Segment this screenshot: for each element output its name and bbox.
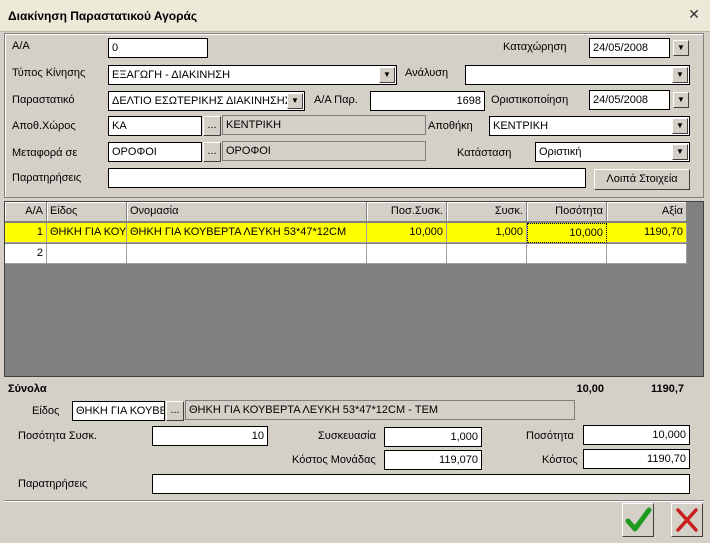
apothiki-label: Αποθήκη [428, 120, 473, 132]
kostos-monadas-input[interactable]: 119,070 [384, 450, 482, 470]
parastatiko-label: Παραστατικό [12, 94, 75, 106]
kostos-input[interactable]: 1190,70 [583, 449, 690, 469]
metafora-name: ΟΡΟΦΟΙ [222, 141, 426, 161]
chevron-down-icon: ▼ [676, 70, 684, 79]
posotita-sysk-label: Ποσότητα Συσκ. [18, 430, 98, 442]
syskevasia-label: Συσκευασία [318, 430, 376, 442]
cell-eidos[interactable] [47, 244, 127, 264]
eidos-name: ΘΗΚΗ ΓΙΑ ΚΟΥΒΕΡΤΑ ΛΕΥΚΗ 53*47*12CM - ΤΕΜ [185, 400, 575, 420]
cell-aa[interactable]: 2 [5, 244, 47, 264]
oristikopoiisi-date-input[interactable]: 24/05/2008 [589, 90, 670, 110]
loipa-stoixeia-button[interactable]: Λοιπά Στοιχεία [594, 169, 690, 190]
totals-quantity: 10,00 [576, 383, 604, 395]
metafora-code-input[interactable]: ΟΡΟΦΟΙ [108, 142, 202, 162]
column-header-posotita[interactable]: Ποσότητα [527, 202, 607, 222]
cell-eidos[interactable]: ΘΗΚΗ ΓΙΑ ΚΟΥΕ [47, 223, 127, 243]
aa-input[interactable]: 0 [108, 38, 208, 58]
syskevasia-input[interactable]: 1,000 [384, 427, 482, 447]
chevron-down-icon: ▼ [676, 147, 684, 156]
posotita-input[interactable]: 10,000 [583, 425, 690, 445]
totals-value: 1190,7 [650, 383, 684, 395]
katastasi-dropdown-button[interactable]: ▼ [672, 144, 688, 160]
lines-grid: Α/Α Είδος Ονομασία Ποσ.Συσκ. Συσκ. Ποσότ… [4, 201, 704, 377]
table-row[interactable]: 1 ΘΗΚΗ ΓΙΑ ΚΟΥΕ ΘΗΚΗ ΓΙΑ ΚΟΥΒΕΡΤΑ ΛΕΥΚΗ … [5, 223, 687, 243]
close-icon[interactable]: ✕ [685, 7, 703, 23]
aa-label: Α/Α [12, 40, 30, 52]
cell-pos-sysk[interactable]: 10,000 [367, 223, 447, 243]
oristikopoiisi-label: Οριστικοποίηση [491, 94, 569, 106]
kostos-label: Κόστος [542, 454, 578, 466]
cell-posotita[interactable]: 10,000 [527, 223, 607, 243]
column-header-axia[interactable]: Αξία [607, 202, 687, 222]
paratiriseis-label: Παρατηρήσεις [12, 172, 82, 184]
apoth-xoros-code-input[interactable]: ΚΑ [108, 116, 202, 136]
apoth-xoros-label: Αποθ.Χώρος [12, 120, 76, 132]
typos-kinisis-label: Τύπος Κίνησης [12, 67, 86, 79]
cell-sysk[interactable]: 1,000 [447, 223, 527, 243]
cell-aa[interactable]: 1 [5, 223, 47, 243]
kostos-monadas-label: Κόστος Μονάδας [292, 454, 376, 466]
eidos-lookup-button[interactable]: ... [166, 401, 184, 421]
metafora-label: Μεταφορά σε [12, 147, 78, 159]
x-icon [676, 508, 698, 532]
column-header-aa[interactable]: Α/Α [5, 202, 47, 222]
cell-sysk[interactable] [447, 244, 527, 264]
cell-posotita[interactable] [527, 244, 607, 264]
posotita-label: Ποσότητα [526, 430, 574, 442]
posotita-sysk-input[interactable]: 10 [152, 426, 268, 446]
analysi-select[interactable] [465, 65, 690, 85]
chevron-down-icon: ▼ [291, 96, 299, 105]
aa-par-input[interactable]: 1698 [370, 91, 485, 111]
apothiki-dropdown-button[interactable]: ▼ [672, 118, 688, 134]
kataxorisi-date-input[interactable]: 24/05/2008 [589, 38, 670, 58]
analysi-label: Ανάλυση [405, 67, 449, 79]
cell-onomasia[interactable] [127, 244, 367, 264]
detail-paratiriseis-label: Παρατηρήσεις [18, 478, 88, 490]
katastasi-label: Κατάσταση [457, 147, 512, 159]
column-header-eidos[interactable]: Είδος [47, 202, 127, 222]
cell-onomasia[interactable]: ΘΗΚΗ ΓΙΑ ΚΟΥΒΕΡΤΑ ΛΕΥΚΗ 53*47*12CM [127, 223, 367, 243]
table-row[interactable]: 2 [5, 244, 687, 264]
window-title: Διακίνηση Παραστατικού Αγοράς [8, 9, 198, 23]
title-bar: Διακίνηση Παραστατικού Αγοράς ✕ [0, 0, 710, 32]
typos-kinisis-dropdown-button[interactable]: ▼ [379, 67, 395, 83]
paratiriseis-input[interactable] [108, 168, 586, 188]
chevron-down-icon: ▼ [677, 43, 685, 52]
chevron-down-icon: ▼ [677, 95, 685, 104]
bottom-divider-highlight [4, 501, 704, 502]
column-header-sysk[interactable]: Συσκ. [447, 202, 527, 222]
oristikopoiisi-dropdown-button[interactable]: ▼ [673, 92, 689, 108]
katastasi-select[interactable]: Οριστική [535, 142, 690, 162]
cancel-button[interactable] [671, 503, 703, 537]
parastatiko-dropdown-button[interactable]: ▼ [287, 93, 303, 109]
cell-pos-sysk[interactable] [367, 244, 447, 264]
column-header-pos-sysk[interactable]: Ποσ.Συσκ. [367, 202, 447, 222]
eidos-code-input[interactable]: ΘΗΚΗ ΓΙΑ ΚΟΥΒΕΡ [72, 401, 165, 421]
cell-axia[interactable] [607, 244, 687, 264]
apoth-xoros-name: ΚΕΝΤΡΙΚΗ [222, 115, 426, 135]
detail-paratiriseis-input[interactable] [152, 474, 690, 494]
chevron-down-icon: ▼ [676, 121, 684, 130]
aa-par-label: Α/Α Παρ. [314, 94, 358, 106]
cell-axia[interactable]: 1190,70 [607, 223, 687, 243]
totals-label: Σύνολα [8, 383, 47, 395]
grid-header: Α/Α Είδος Ονομασία Ποσ.Συσκ. Συσκ. Ποσότ… [5, 202, 687, 222]
column-header-onomasia[interactable]: Ονομασία [127, 202, 367, 222]
parastatiko-select[interactable]: ΔΕΛΤΙΟ ΕΣΩΤΕΡΙΚΗΣ ΔΙΑΚΙΝΗΣΗΣ [108, 91, 305, 111]
typos-kinisis-select[interactable]: ΕΞΑΓΩΓΗ - ΔΙΑΚΙΝΗΣΗ [108, 65, 397, 85]
ok-button[interactable] [622, 503, 654, 537]
metafora-lookup-button[interactable]: ... [203, 142, 221, 162]
kataxorisi-dropdown-button[interactable]: ▼ [673, 40, 689, 56]
check-icon [625, 507, 652, 532]
kataxorisi-label: Καταχώρηση [503, 41, 567, 53]
apoth-xoros-lookup-button[interactable]: ... [203, 116, 221, 136]
totals-bar: Σύνολα 10,00 1190,7 [4, 379, 704, 399]
apothiki-select[interactable]: ΚΕΝΤΡΙΚΗ [489, 116, 690, 136]
analysi-dropdown-button[interactable]: ▼ [672, 67, 688, 83]
eidos-label: Είδος [32, 405, 60, 417]
chevron-down-icon: ▼ [383, 70, 391, 79]
